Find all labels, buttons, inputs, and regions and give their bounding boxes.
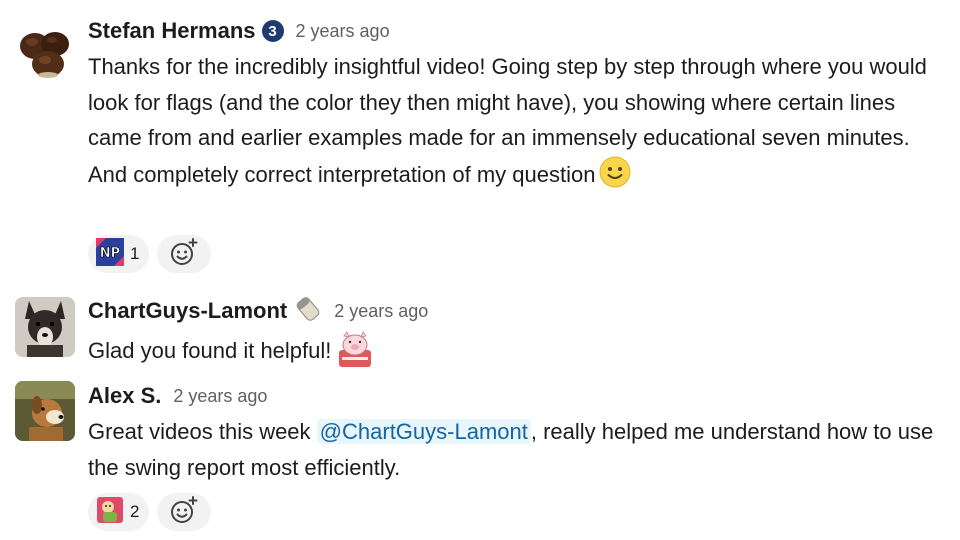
message-text: Great videos this week @ChartGuys-Lamont…: [88, 414, 953, 485]
message-text-content: Thanks for the incredibly insightful vid…: [88, 54, 927, 187]
user-mention[interactable]: @ChartGuys-Lamont: [316, 419, 531, 444]
author-name[interactable]: Alex S.: [88, 383, 161, 409]
message-header: ChartGuys-Lamont 2 years ago: [88, 296, 428, 326]
reactions-bar: 2: [88, 493, 212, 531]
author-name[interactable]: ChartGuys-Lamont: [88, 298, 287, 324]
message-text-before: Great videos this week: [88, 419, 317, 444]
timestamp[interactable]: 2 years ago: [334, 301, 428, 322]
count-badge: 3: [261, 20, 284, 42]
pig-cartoon-emoji: [335, 330, 375, 381]
timestamp[interactable]: 2 years ago: [173, 386, 267, 407]
add-emoji-icon: [169, 495, 199, 530]
message-header: Stefan Hermans 3 2 years ago: [88, 16, 390, 46]
avatar-stefan-hermans[interactable]: [15, 22, 75, 82]
slightly-smiling-face-emoji: [599, 156, 631, 199]
reaction-character[interactable]: 2: [88, 493, 150, 531]
message-text: Thanks for the incredibly insightful vid…: [88, 49, 953, 198]
reaction-count: 2: [130, 502, 140, 521]
np-custom-emoji-icon: NP: [96, 237, 124, 271]
add-reaction-button[interactable]: [157, 493, 212, 531]
add-reaction-button[interactable]: [157, 235, 212, 273]
reactions-bar: NP 1: [88, 235, 212, 273]
message-header: Alex S. 2 years ago: [88, 381, 267, 411]
reaction-np[interactable]: NP 1: [88, 235, 150, 273]
timestamp[interactable]: 2 years ago: [296, 21, 390, 42]
dog-avatar-image: [15, 297, 75, 357]
author-name[interactable]: Stefan Hermans: [88, 18, 256, 44]
message-text-content: Glad you found it helpful!: [88, 338, 332, 363]
cartoon-character-emoji-icon: [96, 496, 124, 529]
chestnut-avatar-image: [20, 32, 69, 78]
add-emoji-icon: [169, 237, 199, 272]
message-text: Glad you found it helpful!: [88, 330, 953, 381]
reaction-count: 1: [130, 244, 140, 263]
svg-text:NP: NP: [100, 246, 120, 261]
avatar-chartguys-lamont[interactable]: [15, 297, 75, 357]
dog-avatar-image: [15, 381, 75, 441]
avatar-alex-s[interactable]: [15, 381, 75, 441]
status-emoji-icon: [294, 295, 322, 328]
